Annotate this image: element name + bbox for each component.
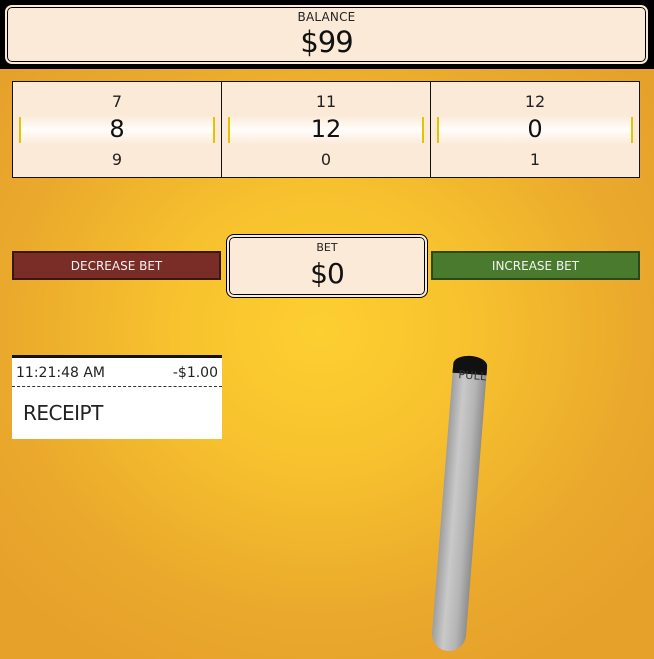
reel-symbol-above: 11: [315, 92, 337, 111]
balance-label: BALANCE: [297, 10, 356, 24]
reel-symbol-below: 9: [111, 150, 123, 169]
increase-bet-button[interactable]: INCREASE BET: [431, 251, 640, 280]
pull-lever[interactable]: [431, 348, 491, 653]
reel-symbol-current: 0: [527, 115, 543, 143]
bet-label: BET: [316, 241, 338, 254]
receipt: 11:21:48 AM -$1.00 RECEIPT: [12, 355, 222, 439]
reel-symbol-above: 7: [111, 92, 123, 111]
reel-symbol-below: 1: [529, 150, 541, 169]
reel-3: 12 0 1: [430, 81, 640, 178]
decrease-bet-button[interactable]: DECREASE BET: [12, 251, 221, 280]
reel-2: 11 12 0: [221, 81, 431, 178]
reel-symbol-current: 12: [310, 115, 342, 143]
receipt-title: RECEIPT: [23, 401, 103, 425]
reel-symbol-above: 12: [524, 92, 546, 111]
reel-1: 7 8 9: [12, 81, 222, 178]
balance-value: $99: [300, 25, 353, 59]
lever-pull-label: PULL: [457, 368, 488, 384]
receipt-amount: -$1.00: [172, 365, 218, 381]
balance-bar: BALANCE $99: [0, 0, 654, 69]
lever-handle-icon[interactable]: [431, 348, 491, 653]
bet-panel: BET $0: [227, 235, 427, 297]
reel-symbol-below: 0: [320, 150, 332, 169]
receipt-transaction-row: 11:21:48 AM -$1.00: [12, 362, 222, 387]
slot-machine-app: BALANCE $99 7 8 9 11 12 0 12 0 1 DECREAS…: [0, 0, 654, 659]
reel-symbol-current: 8: [109, 115, 125, 143]
receipt-time: 11:21:48 AM: [16, 365, 105, 381]
bet-value: $0: [310, 257, 345, 290]
balance-panel: BALANCE $99: [5, 5, 648, 64]
